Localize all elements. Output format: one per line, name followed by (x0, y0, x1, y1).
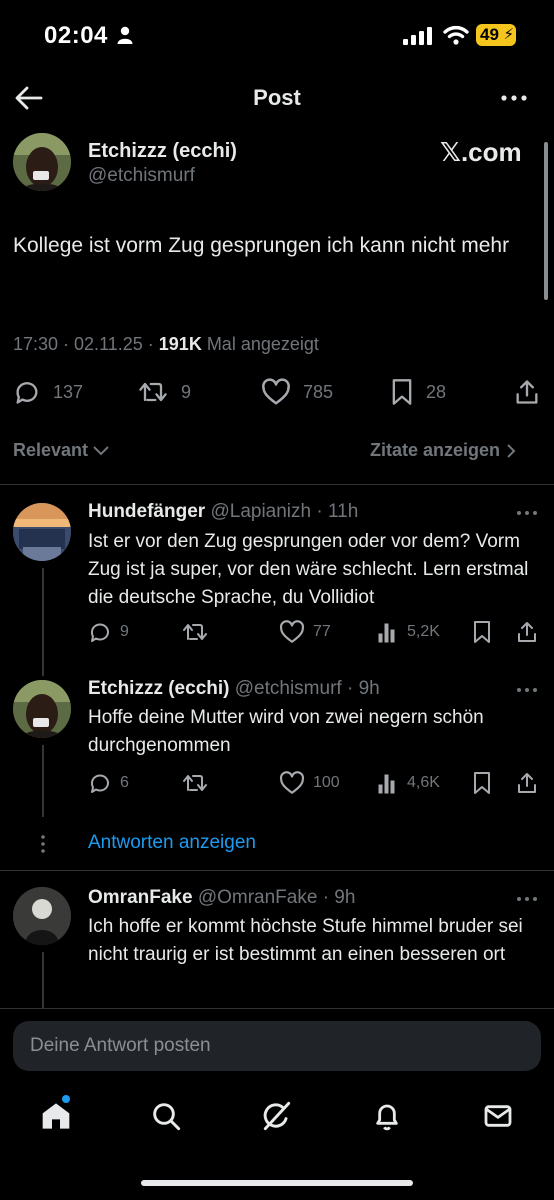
thread-line (42, 952, 44, 1008)
grok-icon[interactable] (260, 1100, 292, 1132)
views-icon (378, 774, 395, 794)
chevron-down-icon (93, 445, 109, 455)
bookmark-icon[interactable] (472, 771, 492, 795)
reply-icon (90, 623, 109, 642)
reply-views-button[interactable]: 4,6K (377, 771, 440, 795)
search-icon[interactable] (150, 1100, 182, 1132)
heart-icon (262, 378, 290, 405)
battery-indicator: 49 ⚡ (476, 24, 516, 46)
reply-icon (90, 774, 109, 793)
person-icon (117, 26, 133, 44)
view-count: 191K (158, 334, 202, 354)
heart-icon (279, 771, 305, 794)
repost-button[interactable]: 9 (137, 378, 191, 406)
reply-meta: @OmranFake · 9h (197, 887, 356, 908)
post-text: Kollege ist vorm Zug gesprungen ich kann… (13, 234, 510, 257)
repost-icon (183, 624, 207, 640)
view-count-label: Mal angezeigt (201, 334, 319, 354)
reply-text: Ich hoffe er kommt höchste Stufe himmel … (88, 916, 523, 965)
reply-header[interactable]: Hundefänger @Lapianizh · 11h (88, 501, 358, 523)
reply-header[interactable]: Etchizzz (ecchi) @etchismurf · 9h (88, 678, 380, 700)
views-icon (378, 623, 395, 643)
share-button[interactable] (513, 378, 541, 406)
view-count: 4,6K (407, 774, 440, 791)
reply-count: 9 (120, 623, 129, 640)
reply-repost-button[interactable] (181, 771, 209, 795)
post-timestamp: 17:30 · 02.11.25 · (13, 334, 159, 354)
view-count: 5,2K (407, 623, 440, 640)
notification-dot (62, 1095, 70, 1103)
bookmark-icon[interactable] (472, 620, 492, 644)
reply-avatar[interactable] (13, 887, 71, 945)
reply-button[interactable]: 137 (13, 378, 83, 406)
divider (0, 484, 554, 485)
thread-dots-icon (41, 835, 45, 853)
sort-label: Relevant (13, 440, 89, 460)
heart-icon (279, 620, 305, 643)
reply-reply-button[interactable]: 9 (88, 620, 129, 644)
reply-more-icon[interactable] (516, 895, 538, 903)
reply-avatar[interactable] (13, 503, 71, 561)
reply-like-button[interactable]: 77 (279, 620, 331, 644)
reply-count: 6 (120, 774, 129, 791)
like-count: 77 (313, 623, 331, 640)
thread-line (42, 745, 44, 817)
like-button[interactable]: 785 (261, 378, 333, 406)
reply-text: Ist er vor den Zug gesprungen oder vor d… (88, 531, 529, 608)
author-avatar[interactable] (13, 133, 71, 191)
home-indicator[interactable] (141, 1180, 413, 1186)
post-meta: 17:30 · 02.11.25 · 191K Mal angezeigt (13, 334, 319, 355)
reply-repost-button[interactable] (181, 620, 209, 644)
reply-more-icon[interactable] (516, 686, 538, 694)
reply-reply-button[interactable]: 6 (88, 771, 129, 795)
repost-count: 9 (181, 381, 192, 402)
reply-author-name: OmranFake (88, 887, 193, 908)
reply-text: Hoffe deine Mutter wird von zwei negern … (88, 707, 484, 756)
messages-icon[interactable] (482, 1100, 514, 1132)
bookmark-count: 28 (426, 381, 447, 402)
wifi-icon (443, 25, 469, 45)
bookmark-icon (392, 379, 412, 405)
reply-author-name: Etchizzz (ecchi) (88, 678, 230, 699)
reply-more-icon[interactable] (516, 509, 538, 517)
share-icon (516, 380, 538, 404)
chevron-right-icon (507, 443, 516, 458)
charging-icon: ⚡ (503, 26, 514, 43)
reply-views-button[interactable]: 5,2K (377, 620, 440, 644)
more-options-icon[interactable] (500, 88, 528, 108)
reply-input[interactable] (13, 1021, 541, 1071)
repost-icon (139, 382, 167, 402)
repost-icon (183, 775, 207, 791)
author-handle[interactable]: @etchismurf (88, 165, 195, 187)
thread-line (42, 568, 44, 676)
page-title: Post (253, 85, 301, 110)
reply-author-name: Hundefänger (88, 501, 206, 522)
reply-like-button[interactable]: 100 (279, 771, 340, 795)
notifications-icon[interactable] (371, 1100, 403, 1132)
author-name[interactable]: Etchizzz (ecchi) (88, 140, 237, 163)
like-count: 100 (313, 774, 340, 791)
quotes-label: Zitate anzeigen (370, 440, 501, 460)
reply-meta: @Lapianizh · 11h (210, 501, 359, 522)
source-badge: 𝕏.com (440, 137, 522, 167)
sort-dropdown[interactable]: Relevant (13, 440, 110, 461)
reply-count: 137 (53, 381, 84, 402)
share-icon[interactable] (515, 620, 539, 644)
reply-icon (16, 382, 38, 404)
like-count: 785 (303, 381, 334, 402)
reply-meta: @etchismurf · 9h (234, 678, 380, 699)
status-time: 02:04 (44, 22, 108, 49)
quotes-link[interactable]: Zitate anzeigen (370, 440, 516, 461)
show-replies-link[interactable]: Antworten anzeigen (88, 832, 256, 854)
bookmark-button[interactable]: 28 (390, 378, 446, 406)
reply-avatar[interactable] (13, 680, 71, 738)
signal-icon (403, 27, 432, 45)
home-icon[interactable] (40, 1100, 72, 1132)
reply-header[interactable]: OmranFake @OmranFake · 9h (88, 887, 355, 909)
scrollbar[interactable] (544, 142, 548, 300)
share-icon[interactable] (515, 771, 539, 795)
divider (0, 870, 554, 871)
